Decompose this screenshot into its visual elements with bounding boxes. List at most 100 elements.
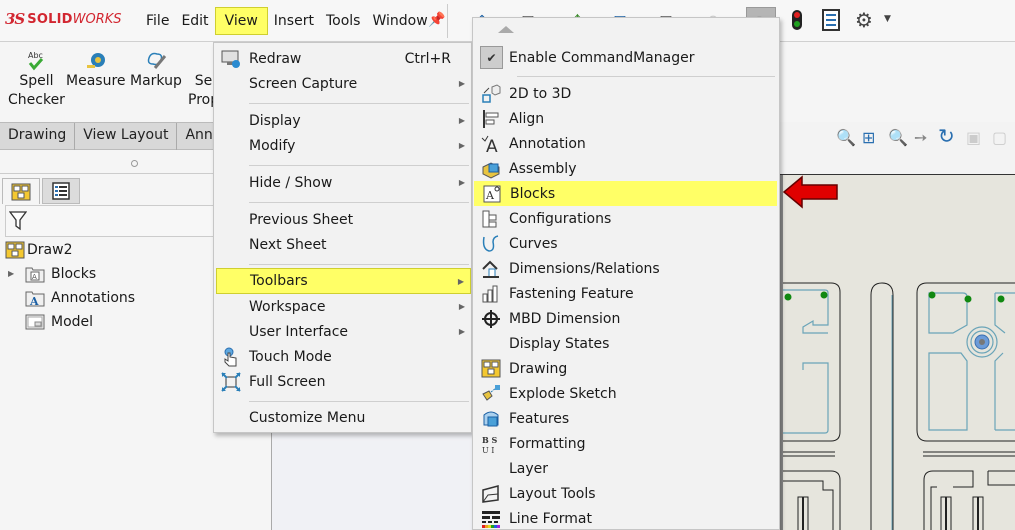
checkmark-icon[interactable]: ✔ — [480, 46, 503, 69]
menu-item-label: Drawing — [509, 360, 568, 377]
display-style-icon[interactable]: ▣ — [966, 128, 981, 147]
menu-item-label: Layer — [509, 460, 549, 477]
toolbar-item-layer[interactable]: Layer — [473, 456, 779, 481]
menu-tools[interactable]: Tools — [320, 7, 367, 35]
logo-ds-mark: 3S — [5, 10, 25, 28]
zoom-to-fit-icon[interactable]: 🔍 — [836, 128, 856, 147]
file-properties-icon[interactable] — [822, 9, 840, 31]
menu-view[interactable]: View — [214, 7, 268, 35]
rotate-icon[interactable]: ↻ — [938, 124, 955, 148]
menu-item-label: Annotation — [509, 135, 586, 152]
spell-checker-button[interactable]: Abc Spell Checker — [8, 50, 65, 110]
menu-item-label: Previous Sheet — [249, 211, 354, 228]
toolbar-item-features[interactable]: Features — [473, 406, 779, 431]
pin-icon[interactable]: 📌 — [428, 12, 445, 28]
tree-item-label: Model — [51, 314, 94, 330]
menu-item-label: User Interface — [249, 323, 349, 340]
menu-item-user-interface[interactable]: User Interface ▶ — [214, 319, 471, 344]
menu-item-label: Screen Capture — [249, 75, 358, 92]
toolbar-item-configurations[interactable]: Configurations — [473, 206, 779, 231]
menu-window[interactable]: Window — [366, 7, 433, 35]
menu-item-previous-sheet[interactable]: Previous Sheet — [214, 207, 471, 232]
tab-feature-manager[interactable] — [2, 178, 40, 204]
zoom-in-out-icon[interactable]: 🔍 — [888, 128, 908, 147]
menu-item-label: Display States — [509, 335, 610, 352]
previous-view-icon[interactable]: ➙ — [914, 128, 927, 147]
menu-item-label: 2D to 3D — [509, 85, 572, 102]
tab-view-layout[interactable]: View Layout — [75, 123, 178, 150]
menu-item-label: Layout Tools — [509, 485, 596, 502]
expand-arrow-icon[interactable]: ▶ — [8, 269, 14, 278]
markup-button[interactable]: Markup — [130, 50, 182, 91]
menu-item-customize-menu[interactable]: Customize Menu — [214, 405, 471, 430]
toolbar-item-curves[interactable]: Curves — [473, 231, 779, 256]
panel-splitter-handle[interactable] — [131, 160, 138, 167]
menu-edit[interactable]: Edit — [175, 7, 214, 35]
menu-item-toolbars[interactable]: Toolbars ▶ — [216, 268, 471, 294]
rebuild-icon[interactable] — [792, 10, 802, 30]
tree-item-blocks[interactable]: A Blocks — [25, 263, 96, 285]
logo-bold-text: SOLID — [27, 11, 73, 27]
drawing-sheet[interactable] — [778, 175, 1015, 530]
toolbar-item-explode-sketch[interactable]: Explode Sketch — [473, 381, 779, 406]
menu-item-hide-show[interactable]: Hide / Show ▶ — [214, 170, 471, 195]
menu-item-label: Redraw — [249, 50, 302, 67]
menu-item-label: Features — [509, 410, 570, 427]
markup-icon — [130, 50, 182, 72]
menu-item-redraw[interactable]: Redraw Ctrl+R — [214, 46, 471, 71]
menu-separator — [517, 76, 775, 77]
menu-item-label: Line Format — [509, 510, 592, 527]
menu-item-modify[interactable]: Modify ▶ — [214, 133, 471, 158]
options-gear-icon[interactable]: ⚙ — [855, 8, 873, 32]
tree-root-label: Draw2 — [27, 242, 73, 258]
menu-item-touch-mode[interactable]: Touch Mode — [214, 344, 471, 369]
toolbar-item-2d-to-3d[interactable]: 2D to 3D — [473, 81, 779, 106]
toolbar-item-blocks[interactable]: A Blocks — [474, 181, 777, 206]
tree-root-drawing[interactable]: Draw2 — [5, 239, 72, 261]
tree-item-label: Blocks — [51, 266, 97, 282]
toolbar-item-layout-tools[interactable]: Layout Tools — [473, 481, 779, 506]
scroll-up-icon[interactable] — [498, 26, 514, 33]
formatting-icon: B SU I — [482, 435, 498, 454]
hide-show-icon[interactable]: ▢ — [992, 128, 1007, 147]
toolbar-item-assembly[interactable]: Assembly — [473, 156, 779, 181]
full-screen-icon — [221, 372, 241, 392]
menu-item-label: Enable CommandManager — [509, 49, 695, 66]
measure-button[interactable]: Measure — [66, 50, 126, 91]
tree-item-label: Annotations — [51, 290, 136, 306]
toolbar-item-align[interactable]: Align — [473, 106, 779, 131]
menu-item-label: Modify — [249, 137, 296, 154]
svg-text:A: A — [29, 295, 39, 307]
menu-item-label: Full Screen — [249, 373, 326, 390]
menu-item-label: Hide / Show — [249, 174, 333, 191]
menu-item-screen-capture[interactable]: Screen Capture ▶ — [214, 71, 471, 96]
tab-drawing[interactable]: Drawing — [0, 123, 76, 150]
menu-separator — [249, 165, 469, 166]
toolbar-item-display-states[interactable]: Display States — [473, 331, 779, 356]
tab-property-manager[interactable] — [42, 178, 80, 204]
menu-item-next-sheet[interactable]: Next Sheet — [214, 232, 471, 257]
menu-item-workspace[interactable]: Workspace ▶ — [214, 294, 471, 319]
toolbar-item-dimensions-relations[interactable]: Dimensions/Relations — [473, 256, 779, 281]
filter-icon[interactable] — [9, 211, 27, 231]
menu-insert[interactable]: Insert — [268, 7, 320, 35]
toolbar-item-line-format[interactable]: Line Format — [473, 506, 779, 529]
dimensions-relations-icon — [482, 260, 499, 278]
toolbar-item-fastening-feature[interactable]: Fastening Feature — [473, 281, 779, 306]
menu-file[interactable]: File — [140, 7, 175, 35]
tree-item-annotations[interactable]: A Annotations — [25, 287, 135, 309]
tree-item-model[interactable]: Model — [25, 311, 93, 333]
menu-item-label: Configurations — [509, 210, 612, 227]
toolbar-item-formatting[interactable]: B SU I Formatting — [473, 431, 779, 456]
toolbar-item-annotation[interactable]: A Annotation — [473, 131, 779, 156]
menu-item-full-screen[interactable]: Full Screen — [214, 369, 471, 394]
tree-marker — [928, 291, 936, 299]
menu-item-display[interactable]: Display ▶ — [214, 108, 471, 133]
zoom-to-area-icon[interactable]: ⊞ — [862, 128, 875, 147]
toolbar-item-drawing[interactable]: Drawing — [473, 356, 779, 381]
menu-item-enable-command-manager[interactable]: ✔ Enable CommandManager — [473, 45, 779, 70]
divider — [447, 4, 448, 38]
toolbar-item-mbd-dimension[interactable]: MBD Dimension — [473, 306, 779, 331]
mbd-dimension-icon — [482, 310, 500, 328]
chevron-down-icon[interactable]: ▼ — [884, 14, 891, 24]
